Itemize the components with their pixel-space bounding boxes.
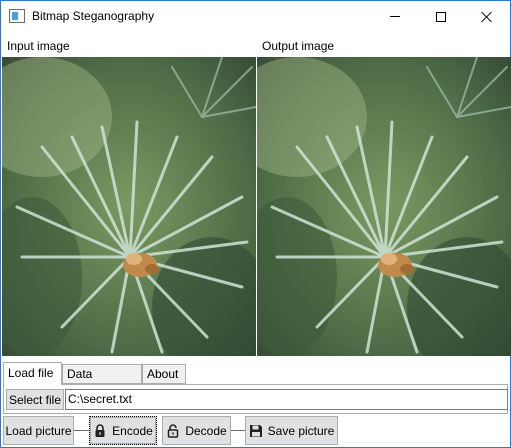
encode-label: Encode bbox=[112, 423, 153, 438]
unlock-icon bbox=[168, 423, 179, 438]
main-content: Input image Output image Load file Data … bbox=[1, 32, 511, 447]
file-path-field[interactable]: C:\secret.txt bbox=[65, 389, 508, 410]
load-picture-label: Load picture bbox=[5, 423, 72, 438]
maximize-button[interactable] bbox=[418, 1, 464, 32]
load-file-panel: Select file C:\secret.txt bbox=[3, 384, 508, 414]
select-file-button[interactable]: Select file bbox=[6, 389, 64, 410]
close-button[interactable] bbox=[464, 1, 510, 32]
connector-line bbox=[231, 430, 245, 431]
output-image bbox=[257, 57, 511, 356]
input-image bbox=[2, 57, 256, 356]
app-window: Bitmap Steganography Input image Output … bbox=[0, 0, 511, 448]
window-title: Bitmap Steganography bbox=[32, 9, 155, 23]
tab-about[interactable]: About bbox=[142, 364, 186, 384]
load-picture-button[interactable]: Load picture bbox=[3, 416, 74, 445]
tab-data-analysis[interactable]: Data analysis bbox=[62, 364, 142, 399]
input-image-label: Input image bbox=[7, 39, 70, 53]
action-toolbar: Load picture Encode Decode Save picture bbox=[1, 413, 510, 447]
save-picture-button[interactable]: Save picture bbox=[245, 416, 338, 445]
minimize-icon bbox=[390, 16, 400, 17]
floppy-disk-icon bbox=[249, 424, 262, 437]
encode-button[interactable]: Encode bbox=[89, 416, 157, 445]
title-bar[interactable]: Bitmap Steganography bbox=[1, 1, 510, 32]
output-image-label: Output image bbox=[262, 39, 335, 53]
tab-load-file[interactable]: Load file bbox=[3, 362, 62, 385]
connector-line bbox=[74, 430, 89, 431]
lock-icon bbox=[95, 423, 105, 437]
app-window-icon bbox=[9, 9, 25, 23]
close-icon bbox=[481, 11, 493, 23]
save-picture-label: Save picture bbox=[267, 423, 335, 438]
decode-button[interactable]: Decode bbox=[162, 416, 231, 445]
maximize-icon bbox=[436, 11, 446, 22]
minimize-button[interactable] bbox=[372, 1, 418, 32]
decode-label: Decode bbox=[185, 423, 227, 438]
